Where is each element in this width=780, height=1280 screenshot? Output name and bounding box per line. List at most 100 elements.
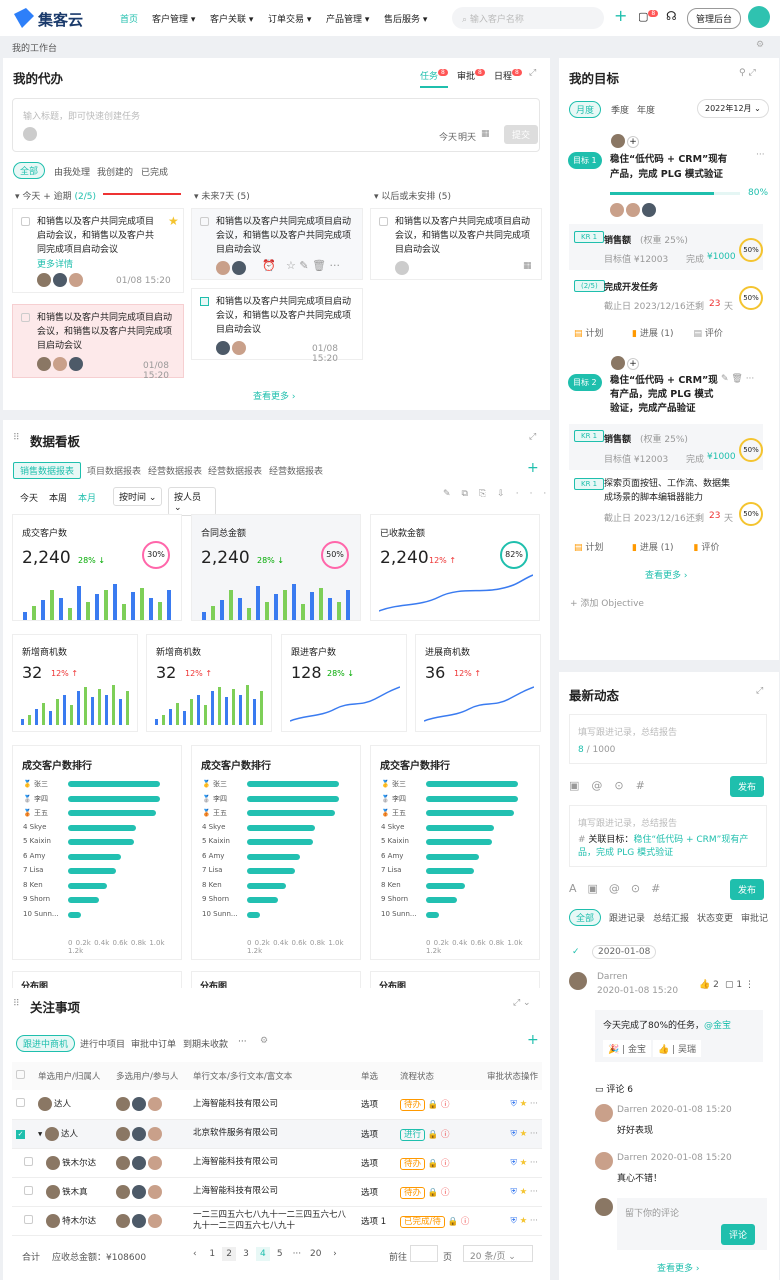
page-size-select[interactable]: 20 条/页 ⌄ [463,1245,533,1262]
task-card-overdue[interactable]: 和销售以及客户共同完成项目启动会议，和销售以及客户共同完成项目启动会议 01/0… [12,304,184,381]
task-card[interactable]: 和销售以及客户共同完成项目启动会议，和销售以及客户共同完成项目启动会议 ★ 更多… [12,208,184,293]
task-checkbox[interactable] [379,217,388,226]
kpi-card[interactable]: 成交客户数 2,240 28% ↓ 30% [12,514,182,621]
assignee-icon[interactable] [395,261,409,275]
tab-year[interactable]: 年度 [637,103,655,116]
tab-tasks[interactable]: 任务 8 [420,69,448,88]
tab-receivables[interactable]: 到期未收款 [183,1037,228,1050]
table-row[interactable]: ✓ ▾ 达人 北京软件服务有限公司 选项 进行 🔒 ⓘ ⛨ ★ ··· [12,1119,542,1149]
table-row[interactable]: 铁木真 上海智能科技有限公司 选项 待办 🔒 ⓘ ⛨ ★ ··· [12,1177,542,1207]
period-today[interactable]: 今天 [20,491,38,504]
input-tools[interactable]: ▣@⊙# [569,779,657,792]
goal-actions[interactable]: ▤ 计划 ▮ 进展 (1) ▤ 评价 [574,326,723,339]
tab-sales[interactable]: 销售数据报表 [13,462,82,479]
nav-item-orders[interactable]: 订单交易 ▾ [268,12,311,25]
add-icon[interactable]: + [527,460,539,476]
calendar-icon[interactable]: ▦ [523,261,532,271]
calendar-icon[interactable]: ▦ [481,129,490,139]
author-name[interactable]: Darren [597,972,628,982]
publish-button[interactable]: 发布 [730,776,765,797]
task-card-hover[interactable]: 和销售以及客户共同完成项目启动会议，和销售以及客户共同完成项目启动会议 ⏰ ☆ … [191,208,363,280]
task-checkbox[interactable] [200,217,209,226]
task-input[interactable]: 输入标题，即可快速创建任务 [23,109,140,122]
period-month[interactable]: 本月 [78,491,96,504]
nav-item-relations[interactable]: 客户关联 ▾ [210,12,253,25]
drag-handle-icon[interactable]: ⠿ [13,999,20,1009]
kr-card[interactable]: KR 1 销售额 (权重 25%) 目标值 ¥12003 完成 ¥1000 50… [569,424,763,470]
add-objective-button[interactable]: + 添加 Objective [570,596,644,609]
nav-item-products[interactable]: 产品管理 ▾ [326,12,369,25]
activity-input-linked[interactable]: 填写跟进记录，总结报告 # 关联目标：稳住“低代码 + CRM”现有产品，完成 … [569,805,767,867]
by-person-select[interactable]: 按人员 ⌄ [168,487,216,516]
like-button[interactable]: 👍 2 [699,980,719,990]
admin-button[interactable]: 管理后台 [687,8,742,29]
goal-actions[interactable]: ▤ 计划 ▮ 进展 (1) ▮ 评价 [574,540,719,553]
nav-item-service[interactable]: 售后服务 ▾ [384,12,427,25]
see-more-link[interactable]: 查看更多 › [657,1261,699,1274]
filter-created[interactable]: 我创建的 [97,165,133,178]
expand-icon[interactable]: ⤢ ⌄ [513,998,531,1008]
tab-opportunities[interactable]: 跟进中商机 [16,1035,76,1052]
period-week[interactable]: 本周 [49,491,67,504]
task-quick-create[interactable]: 输入标题，即可快速创建任务 今天 明天 ▦ 提交 [12,98,540,152]
settings-icon[interactable]: ⚙ [260,1036,268,1046]
user-avatar[interactable] [748,6,770,28]
col-header[interactable]: 多选用户/参与人 [112,1062,189,1090]
table-row[interactable]: 达人 上海智能科技有限公司 选项 待办 🔒 ⓘ ⛨ ★ ··· [12,1090,542,1120]
col-header[interactable]: 审批状态操作 [472,1062,542,1090]
tab-report[interactable]: 总结汇报 [653,911,689,924]
column-header-today[interactable]: ▾ 今天 + 逾期 (2/5) [15,189,96,202]
task-checkbox[interactable] [21,313,30,322]
add-icon[interactable]: + [614,6,627,25]
star-icon[interactable]: ★ [168,214,179,228]
tab-approval[interactable]: 审批记 [741,911,768,924]
add-icon[interactable]: + [527,1032,539,1048]
small-kpi-card[interactable]: 进展商机数 36 12% ↑ [415,634,541,732]
tab-approvals[interactable]: 审批 8 [457,69,485,82]
alarm-icon[interactable]: ⏰ [262,259,276,272]
goal-actions-icons[interactable]: ✎ 🗑 ··· [721,374,754,384]
headset-icon[interactable]: ☊ [666,9,677,23]
comment-input[interactable]: 留下你的评论 评论 [617,1198,767,1250]
tab-all[interactable]: 全部 [569,909,602,926]
table-row[interactable]: 特木尔达 一二三四五六七八九十一二三四五六七八九十一二三四五六七八九十 选项 1 … [12,1206,542,1236]
commenter-avatar[interactable] [595,1152,613,1170]
col-header[interactable]: 单选用户/归属人 [34,1062,112,1090]
by-time-select[interactable]: 按时间 ⌄ [113,487,163,506]
expand-icon[interactable]: ⤢ [529,432,536,442]
kpi-card[interactable]: 已收款金额 2,240 12% ↑ 82% [370,514,540,621]
comment-button[interactable]: ▢ 1 ⋮ [725,980,754,990]
comment-submit-button[interactable]: 评论 [721,1224,756,1245]
filter-done[interactable]: 已完成 [141,165,168,178]
more-icon[interactable]: ··· [756,150,765,160]
goal-title[interactable]: 稳住“低代码 + CRM”现有产品，完成 PLG 模式验证，完成产品验证 [610,374,718,416]
goal-tools[interactable]: ⚲ ⤢ [739,68,756,78]
message-icon[interactable]: ▢ 8 [638,10,659,23]
tab-ops[interactable]: 经营数据报表 [148,464,202,477]
filter-all[interactable]: 全部 [13,162,46,179]
tomorrow-button[interactable]: 明天 [458,130,476,143]
kpi-card[interactable]: 合同总金额 2,240 28% ↓ 50% [191,514,361,621]
tab-more[interactable]: ··· [238,1037,247,1047]
today-button[interactable]: 今天 [439,130,457,143]
col-header[interactable]: 单选 [357,1062,396,1090]
pagination[interactable]: ‹ 1 2 3 4 5 ··· 20 › [193,1247,337,1261]
col-header[interactable]: 流程状态 [396,1062,472,1090]
tab-quarter[interactable]: 季度 [611,103,629,116]
task-card[interactable]: 和销售以及客户共同完成项目启动会议，和销售以及客户共同完成项目启动会议 ▦ [370,208,542,280]
more-detail-link[interactable]: 更多详情 [37,257,73,270]
expand-icon[interactable]: ⤢ [529,68,536,78]
author-avatar[interactable] [569,972,587,990]
publish-button[interactable]: 发布 [730,879,765,900]
drag-handle-icon[interactable]: ⠿ [13,433,20,443]
submit-button[interactable]: 提交 [504,125,539,144]
tab-ops[interactable]: 经营数据报表 [208,464,262,477]
tab-ops[interactable]: 经营数据报表 [269,464,323,477]
select-all-checkbox[interactable] [12,1062,34,1090]
kr-card[interactable]: (2/5) 完成开发任务 截止日 2023/12/16 还剩 23 天 50% [569,276,763,322]
kr-card[interactable]: KR 1 销售额 (权重 25%) 目标值 ¥12003 完成 ¥1000 50… [569,224,763,270]
settings-icon[interactable]: ⚙ [756,40,764,50]
small-kpi-card[interactable]: 跟进客户数 128 28% ↓ [281,634,407,732]
nav-item-home[interactable]: 首页 [120,12,138,25]
goal-title[interactable]: 稳住“低代码 + CRM”现有产品，完成 PLG 模式验证 [610,152,730,182]
